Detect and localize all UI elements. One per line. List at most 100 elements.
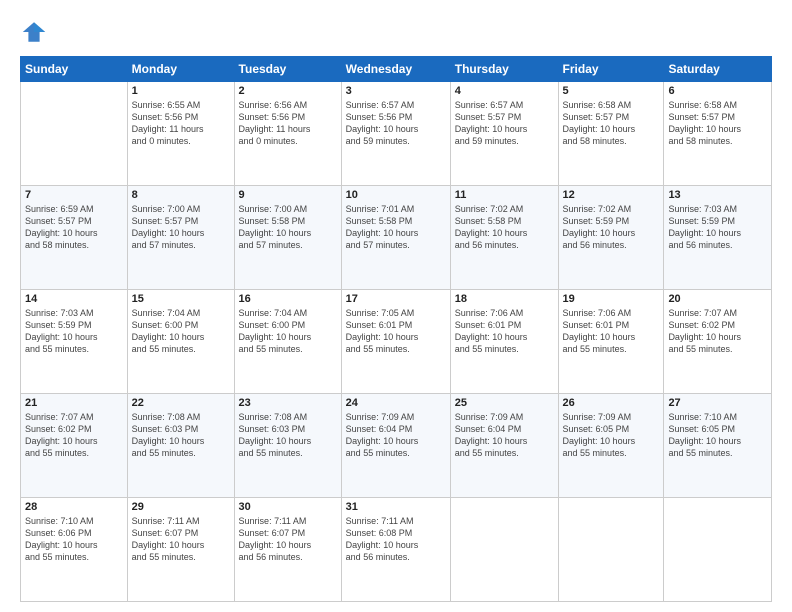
day-number: 7 <box>25 189 123 201</box>
calendar-cell: 26 Sunrise: 7:09 AMSunset: 6:05 PMDayligh… <box>558 394 664 498</box>
cell-info: Sunrise: 7:00 AMSunset: 5:58 PMDaylight:… <box>239 203 337 252</box>
calendar-header-saturday: Saturday <box>664 57 772 82</box>
day-number: 12 <box>563 189 660 201</box>
calendar-cell: 22 Sunrise: 7:08 AMSunset: 6:03 PMDayligh… <box>127 394 234 498</box>
day-number: 13 <box>668 189 767 201</box>
calendar-cell: 20Sunrise: 7:07 AMSunset: 6:02 PMDayligh… <box>664 290 772 394</box>
calendar-header-sunday: Sunday <box>21 57 128 82</box>
calendar-week-2: 7 Sunrise: 6:59 AMSunset: 5:57 PMDaylight… <box>21 186 772 290</box>
day-number: 1 <box>132 85 230 97</box>
cell-info: Sunrise: 7:04 AMSunset: 6:00 PMDaylight:… <box>132 307 230 356</box>
day-number: 14 <box>25 293 123 305</box>
calendar-header-thursday: Thursday <box>450 57 558 82</box>
calendar-cell: 19 Sunrise: 7:06 AMSunset: 6:01 PMDayligh… <box>558 290 664 394</box>
cell-info: Sunrise: 7:05 AMSunset: 6:01 PMDaylight:… <box>346 307 446 356</box>
cell-info: Sunrise: 7:10 AMSunset: 6:06 PMDaylight:… <box>25 515 123 564</box>
cell-info: Sunrise: 7:03 AMSunset: 5:59 PMDaylight:… <box>668 203 767 252</box>
cell-info: Sunrise: 7:08 AMSunset: 6:03 PMDaylight:… <box>239 411 337 460</box>
day-number: 20 <box>668 293 767 305</box>
calendar-header-tuesday: Tuesday <box>234 57 341 82</box>
calendar-cell: 17 Sunrise: 7:05 AMSunset: 6:01 PMDayligh… <box>341 290 450 394</box>
day-number: 18 <box>455 293 554 305</box>
day-number: 3 <box>346 85 446 97</box>
calendar-cell: 24 Sunrise: 7:09 AMSunset: 6:04 PMDayligh… <box>341 394 450 498</box>
calendar-cell: 3 Sunrise: 6:57 AMSunset: 5:56 PMDaylight… <box>341 82 450 186</box>
cell-info: Sunrise: 7:03 AMSunset: 5:59 PMDaylight:… <box>25 307 123 356</box>
calendar-header-friday: Friday <box>558 57 664 82</box>
calendar-cell: 9 Sunrise: 7:00 AMSunset: 5:58 PMDaylight… <box>234 186 341 290</box>
calendar-cell: 7 Sunrise: 6:59 AMSunset: 5:57 PMDaylight… <box>21 186 128 290</box>
day-number: 21 <box>25 397 123 409</box>
calendar-week-3: 14 Sunrise: 7:03 AMSunset: 5:59 PMDayligh… <box>21 290 772 394</box>
calendar-cell: 25 Sunrise: 7:09 AMSunset: 6:04 PMDayligh… <box>450 394 558 498</box>
calendar-cell: 12 Sunrise: 7:02 AMSunset: 5:59 PMDayligh… <box>558 186 664 290</box>
day-number: 31 <box>346 501 446 513</box>
calendar-header-row: SundayMondayTuesdayWednesdayThursdayFrid… <box>21 57 772 82</box>
calendar-cell: 4Sunrise: 6:57 AMSunset: 5:57 PMDaylight… <box>450 82 558 186</box>
cell-info: Sunrise: 6:55 AMSunset: 5:56 PMDaylight:… <box>132 99 230 148</box>
page: SundayMondayTuesdayWednesdayThursdayFrid… <box>0 0 792 612</box>
cell-info: Sunrise: 7:09 AMSunset: 6:04 PMDaylight:… <box>346 411 446 460</box>
calendar-cell <box>21 82 128 186</box>
day-number: 5 <box>563 85 660 97</box>
day-number: 9 <box>239 189 337 201</box>
cell-info: Sunrise: 7:01 AMSunset: 5:58 PMDaylight:… <box>346 203 446 252</box>
calendar-cell: 31 Sunrise: 7:11 AMSunset: 6:08 PMDayligh… <box>341 498 450 602</box>
cell-info: Sunrise: 6:58 AMSunset: 5:57 PMDaylight:… <box>563 99 660 148</box>
day-number: 23 <box>239 397 337 409</box>
calendar: SundayMondayTuesdayWednesdayThursdayFrid… <box>20 56 772 602</box>
day-number: 29 <box>132 501 230 513</box>
cell-info: Sunrise: 7:08 AMSunset: 6:03 PMDaylight:… <box>132 411 230 460</box>
calendar-cell: 18 Sunrise: 7:06 AMSunset: 6:01 PMDayligh… <box>450 290 558 394</box>
day-number: 19 <box>563 293 660 305</box>
day-number: 17 <box>346 293 446 305</box>
cell-info: Sunrise: 7:10 AMSunset: 6:05 PMDaylight:… <box>668 411 767 460</box>
logo-icon <box>20 18 48 46</box>
header <box>20 18 772 46</box>
day-number: 10 <box>346 189 446 201</box>
cell-info: Sunrise: 6:56 AMSunset: 5:56 PMDaylight:… <box>239 99 337 148</box>
calendar-cell <box>450 498 558 602</box>
cell-info: Sunrise: 7:09 AMSunset: 6:04 PMDaylight:… <box>455 411 554 460</box>
cell-info: Sunrise: 7:06 AMSunset: 6:01 PMDaylight:… <box>455 307 554 356</box>
calendar-week-1: 1 Sunrise: 6:55 AMSunset: 5:56 PMDaylight… <box>21 82 772 186</box>
logo <box>20 18 52 46</box>
calendar-cell: 23 Sunrise: 7:08 AMSunset: 6:03 PMDayligh… <box>234 394 341 498</box>
day-number: 24 <box>346 397 446 409</box>
day-number: 27 <box>668 397 767 409</box>
calendar-cell: 16 Sunrise: 7:04 AMSunset: 6:00 PMDayligh… <box>234 290 341 394</box>
calendar-cell: 30Sunrise: 7:11 AMSunset: 6:07 PMDayligh… <box>234 498 341 602</box>
calendar-cell: 13 Sunrise: 7:03 AMSunset: 5:59 PMDayligh… <box>664 186 772 290</box>
calendar-cell: 2 Sunrise: 6:56 AMSunset: 5:56 PMDaylight… <box>234 82 341 186</box>
day-number: 25 <box>455 397 554 409</box>
cell-info: Sunrise: 6:57 AMSunset: 5:56 PMDaylight:… <box>346 99 446 148</box>
calendar-cell: 29 Sunrise: 7:11 AMSunset: 6:07 PMDayligh… <box>127 498 234 602</box>
day-number: 4 <box>455 85 554 97</box>
cell-info: Sunrise: 7:11 AMSunset: 6:07 PMDaylight:… <box>239 515 337 564</box>
cell-info: Sunrise: 7:09 AMSunset: 6:05 PMDaylight:… <box>563 411 660 460</box>
cell-info: Sunrise: 7:06 AMSunset: 6:01 PMDaylight:… <box>563 307 660 356</box>
calendar-cell <box>664 498 772 602</box>
cell-info: Sunrise: 7:11 AMSunset: 6:08 PMDaylight:… <box>346 515 446 564</box>
calendar-cell: 8Sunrise: 7:00 AMSunset: 5:57 PMDaylight… <box>127 186 234 290</box>
day-number: 2 <box>239 85 337 97</box>
day-number: 11 <box>455 189 554 201</box>
day-number: 6 <box>668 85 767 97</box>
cell-info: Sunrise: 7:02 AMSunset: 5:59 PMDaylight:… <box>563 203 660 252</box>
calendar-cell <box>558 498 664 602</box>
calendar-cell: 14 Sunrise: 7:03 AMSunset: 5:59 PMDayligh… <box>21 290 128 394</box>
day-number: 26 <box>563 397 660 409</box>
calendar-week-4: 21Sunrise: 7:07 AMSunset: 6:02 PMDayligh… <box>21 394 772 498</box>
calendar-cell: 1 Sunrise: 6:55 AMSunset: 5:56 PMDaylight… <box>127 82 234 186</box>
cell-info: Sunrise: 6:59 AMSunset: 5:57 PMDaylight:… <box>25 203 123 252</box>
calendar-cell: 11Sunrise: 7:02 AMSunset: 5:58 PMDayligh… <box>450 186 558 290</box>
calendar-cell: 15Sunrise: 7:04 AMSunset: 6:00 PMDayligh… <box>127 290 234 394</box>
cell-info: Sunrise: 7:11 AMSunset: 6:07 PMDaylight:… <box>132 515 230 564</box>
calendar-week-5: 28Sunrise: 7:10 AMSunset: 6:06 PMDayligh… <box>21 498 772 602</box>
day-number: 22 <box>132 397 230 409</box>
day-number: 16 <box>239 293 337 305</box>
cell-info: Sunrise: 6:58 AMSunset: 5:57 PMDaylight:… <box>668 99 767 148</box>
calendar-cell: 27 Sunrise: 7:10 AMSunset: 6:05 PMDayligh… <box>664 394 772 498</box>
calendar-header-wednesday: Wednesday <box>341 57 450 82</box>
cell-info: Sunrise: 7:04 AMSunset: 6:00 PMDaylight:… <box>239 307 337 356</box>
